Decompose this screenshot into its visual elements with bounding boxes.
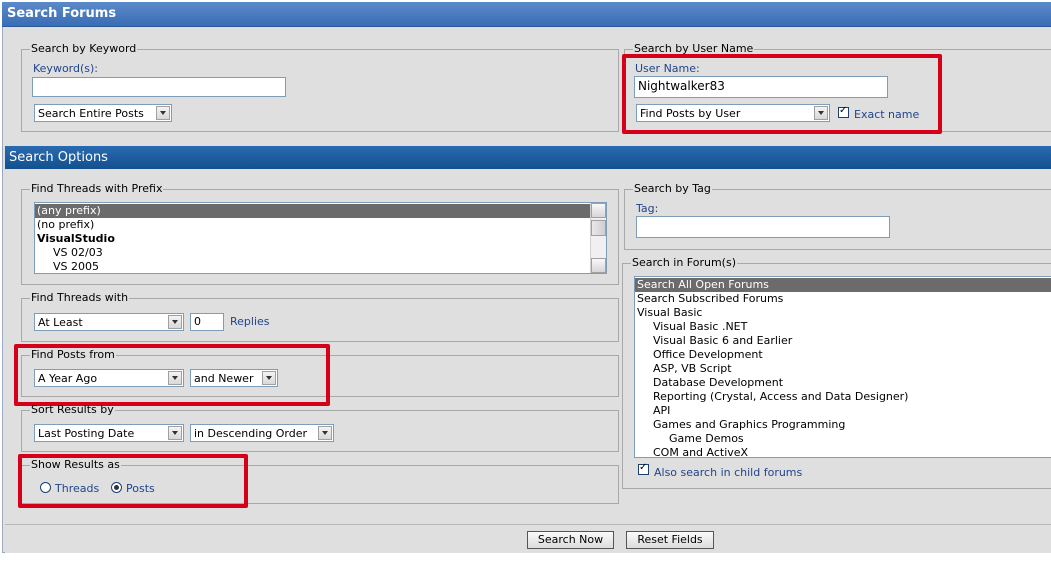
prefix-list: (any prefix) (no prefix) VisualStudio VS… <box>35 204 591 273</box>
reset-fields-button[interactable]: Reset Fields <box>626 531 714 549</box>
sort-field-select[interactable]: Last Posting Date <box>34 424 184 442</box>
search-options-bar: Search Options <box>5 146 1051 169</box>
title-bar: Search Forums <box>2 2 1051 27</box>
list-item[interactable]: (any prefix) <box>35 204 591 218</box>
sort-legend: Sort Results by <box>31 403 114 416</box>
search-scope-select[interactable]: Search Entire Posts <box>34 104 172 122</box>
highlight-posts-from-box <box>14 344 330 406</box>
replies-label: Replies <box>230 315 270 328</box>
child-forums-label[interactable]: Also search in child forums <box>654 466 802 479</box>
chevron-down-icon <box>168 315 182 329</box>
highlight-user-box <box>622 54 942 134</box>
page-title: Search Forums <box>7 6 117 21</box>
threads-with-legend: Find Threads with <box>31 291 129 304</box>
forum-list: Search All Open Forums Search Subscribed… <box>635 278 1051 457</box>
search-options-title: Search Options <box>9 150 108 165</box>
list-item[interactable]: API <box>635 404 1051 418</box>
scroll-down-icon[interactable] <box>591 258 606 273</box>
keyword-legend: Search by Keyword <box>31 42 137 55</box>
list-item[interactable]: VS 02/03 <box>35 246 591 260</box>
scroll-up-icon[interactable] <box>591 203 606 218</box>
highlight-show-results-box <box>18 454 248 508</box>
chevron-down-icon <box>156 106 170 120</box>
chevron-down-icon <box>168 426 182 440</box>
list-item[interactable]: Visual Basic <box>635 306 1051 320</box>
sort-field-value: Last Posting Date <box>38 427 135 440</box>
tag-input[interactable] <box>636 216 890 238</box>
forum-legend: Search in Forum(s) <box>632 256 737 269</box>
chevron-down-icon <box>318 426 332 440</box>
reply-count-input[interactable]: 0 <box>190 313 224 331</box>
list-item[interactable]: Search Subscribed Forums <box>635 292 1051 306</box>
list-item[interactable]: Games and Graphics Programming <box>635 418 1051 432</box>
list-item[interactable]: (no prefix) <box>35 218 591 232</box>
prefix-scrollbar[interactable] <box>590 203 606 273</box>
list-item[interactable]: Game Demos <box>635 432 1051 446</box>
scroll-thumb[interactable] <box>591 220 606 236</box>
list-item[interactable]: Office Development <box>635 348 1051 362</box>
list-item[interactable]: Search All Open Forums <box>635 278 1051 292</box>
prefix-listbox[interactable]: (any prefix) (no prefix) VisualStudio VS… <box>34 202 607 274</box>
tag-legend: Search by Tag <box>634 182 711 195</box>
threads-qualifier-select[interactable]: At Least <box>34 313 184 331</box>
list-item[interactable]: VisualStudio <box>35 232 591 246</box>
list-item[interactable]: Visual Basic 6 and Earlier <box>635 334 1051 348</box>
list-item[interactable]: Database Development <box>635 376 1051 390</box>
keyword-input[interactable] <box>32 77 286 97</box>
sort-order-value: in Descending Order <box>194 427 308 440</box>
list-item[interactable]: Visual Basic .NET <box>635 320 1051 334</box>
keyword-label: Keyword(s): <box>33 62 99 75</box>
search-now-button[interactable]: Search Now <box>527 531 614 549</box>
sort-order-select[interactable]: in Descending Order <box>190 424 334 442</box>
child-forums-checkbox[interactable] <box>638 462 649 475</box>
search-scope-value: Search Entire Posts <box>38 107 144 120</box>
tag-label: Tag: <box>636 202 659 215</box>
list-item[interactable]: Reporting (Crystal, Access and Data Desi… <box>635 390 1051 404</box>
list-item[interactable]: VS 2005 <box>35 260 591 273</box>
threads-qualifier-value: At Least <box>38 316 83 329</box>
forum-listbox[interactable]: Search All Open Forums Search Subscribed… <box>634 276 1051 458</box>
prefix-legend: Find Threads with Prefix <box>31 182 163 195</box>
list-item[interactable]: COM and ActiveX <box>635 446 1051 457</box>
list-item[interactable]: ASP, VB Script <box>635 362 1051 376</box>
